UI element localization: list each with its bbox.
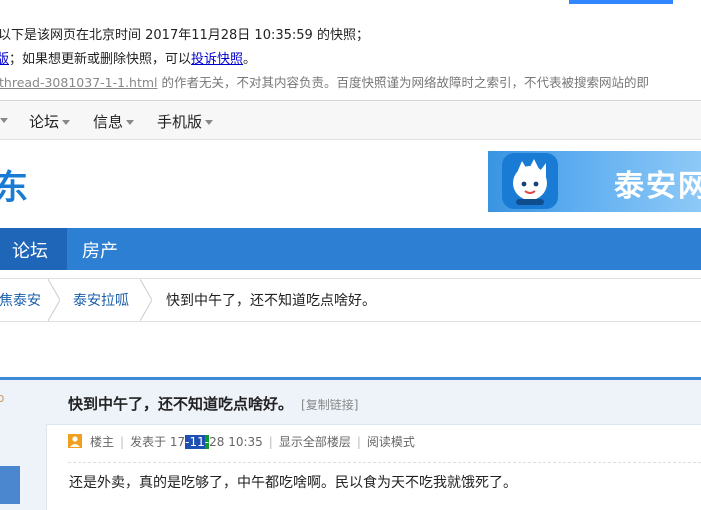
post-title-bar: 快到中午了，还不知道吃点啥好。 [复制链接] <box>46 380 701 425</box>
banner-ad[interactable]: 泰安网 <box>488 151 701 212</box>
post-time: 发表于 17-11-28 10:35 <box>130 435 263 449</box>
topnav-forum[interactable]: 论坛 <box>29 111 71 132</box>
search-button-fragment[interactable] <box>569 0 673 4</box>
snapshot-notice-2: 版；如果想更新或删除快照，可以投诉快照。 <box>0 48 256 67</box>
main-nav-property[interactable]: 房产 <box>82 237 118 263</box>
breadcrumb: 焦泰安 泰安拉呱 快到中午了，还不知道吃点啥好。 <box>0 278 701 322</box>
app-icon <box>502 153 558 209</box>
post-meta: 楼主 | 发表于 17-11-28 10:35 | 显示全部楼层 | 阅读模式 <box>68 433 415 450</box>
avatar[interactable] <box>0 466 20 504</box>
main-nav-forum[interactable]: 论坛 <box>12 237 48 263</box>
user-icon <box>68 434 82 448</box>
top-nav: 论坛 信息 手机版 <box>0 101 701 140</box>
reply-count-fragment: o <box>0 391 5 405</box>
author-label[interactable]: 楼主 <box>90 435 114 449</box>
chevron-down-icon <box>205 120 214 125</box>
snapshot-version-link[interactable]: 版 <box>0 52 9 67</box>
chevron-down-icon[interactable] <box>0 118 8 123</box>
topnav-info[interactable]: 信息 <box>93 111 135 132</box>
chevron-down-icon <box>126 120 135 125</box>
copy-link-button[interactable]: [复制链接] <box>301 398 358 412</box>
snapshot-notice: 以下是该网页在北京时间 2017年11月28日 10:35:59 的快照； <box>0 28 369 43</box>
post-content: 还是外卖，真的是吃够了，中午都吃啥啊。民以食为天不吃我就饿死了。 <box>69 475 517 491</box>
chevron-right-icon <box>48 279 60 321</box>
banner-title: 泰安网 <box>614 169 701 204</box>
chevron-right-icon <box>140 279 152 321</box>
breadcrumb-item[interactable]: 焦泰安 <box>0 290 41 310</box>
snapshot-url-link[interactable]: thread-3081037-1-1.html <box>0 75 158 90</box>
chevron-down-icon <box>62 120 71 125</box>
divider <box>68 462 701 463</box>
report-snapshot-link[interactable]: 投诉快照 <box>191 52 243 67</box>
read-mode-link[interactable]: 阅读模式 <box>367 435 415 449</box>
main-nav: 论坛 房产 <box>0 228 701 270</box>
snapshot-disclaimer: thread-3081037-1-1.html 的作者无关，不对其内容负责。百度… <box>0 75 650 90</box>
breadcrumb-current: 快到中午了，还不知道吃点啥好。 <box>166 293 376 309</box>
post-title: 快到中午了，还不知道吃点啥好。 [复制链接] <box>68 395 359 413</box>
show-all-floors-link[interactable]: 显示全部楼层 <box>279 435 351 449</box>
topnav-mobile[interactable]: 手机版 <box>157 111 214 132</box>
site-logo[interactable]: 东 <box>0 160 28 209</box>
breadcrumb-item[interactable]: 泰安拉呱 <box>73 290 129 310</box>
